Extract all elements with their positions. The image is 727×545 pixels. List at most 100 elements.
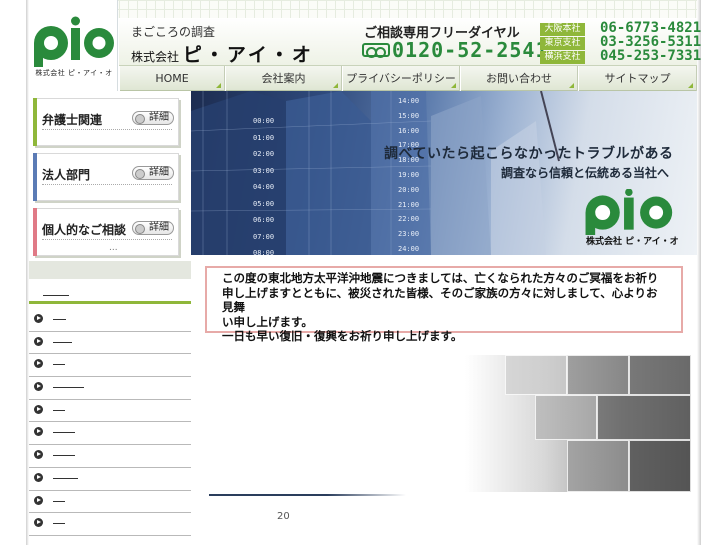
arrow-bullet-icon [34,472,43,482]
company-name-main: ピ・アイ・オ [182,44,314,66]
nav-company[interactable]: 会社案内 [225,66,342,91]
header-grid-background [29,0,697,18]
list-item[interactable] [29,491,191,514]
hero-time-label: 21:00 [398,200,420,209]
list-item-link[interactable] [53,455,75,457]
collage-cell [567,355,629,395]
list-item[interactable] [29,513,191,536]
company-prefix: 株式会社 [131,50,180,64]
arrow-bullet-icon [34,336,43,346]
hero-time-label: 23:00 [398,230,420,239]
hero-logo-caption: 株式会社 ピ・アイ・オ [586,237,679,247]
box-accent-bar [33,153,37,201]
list-item[interactable] [29,422,191,446]
freedial-icon [362,43,390,58]
logo-caption: 株式会社 ピ・アイ・オ [35,69,113,77]
arrow-bullet-icon [34,427,43,437]
page: 株式会社 ピ・アイ・オ まごころの調査 株式会社 ピ・アイ・オ ご相談専用フリー… [0,0,727,545]
dotted-divider [42,129,172,130]
dotted-divider [42,239,172,240]
branch-label: 東京支社 [540,37,585,50]
main-nav: HOME 会社案内 プライバシーポリシー お問い合わせ サイトマップ [119,65,697,91]
list-item-link[interactable] [53,341,72,343]
detail-button[interactable]: 詳細 [132,111,174,125]
list-item[interactable] [29,468,191,491]
branch-phone: 045-253-7331 [600,48,702,64]
list-item-link[interactable] [53,409,65,411]
detail-button[interactable]: 詳細 [132,166,174,180]
hero-time-label: 00:00 [253,117,275,125]
sidebar-box-personal[interactable]: 個人的なご相談 詳細 [33,208,179,256]
list-item-link[interactable] [53,319,66,320]
branch-label: 横浜支社 [540,51,585,64]
detail-button[interactable]: 詳細 [132,221,174,235]
freedial-number: 0120-52-2541 [392,38,549,62]
hero-time-label: 20:00 [398,185,420,194]
hero-subline: 調査なら信頼と伝統ある当社へ [501,166,670,180]
arrow-bullet-icon [34,450,43,460]
arrow-bullet-icon [34,359,43,369]
list-item[interactable] [29,377,191,400]
box-title: 法人部門 [42,168,91,182]
hero-time-label: 03:00 [253,166,275,175]
hero-time-label: 24:00 [398,245,420,253]
tagline: まごころの調査 [131,25,216,39]
collage-cell [597,395,691,440]
list-item-link[interactable] [53,477,78,479]
arrow-bullet-icon [34,495,43,505]
collage-cell [505,355,567,395]
branch-label: 大阪本社 [540,23,585,36]
list-item-link[interactable] [53,523,65,525]
dotted-divider [42,184,172,185]
list-item[interactable] [29,354,191,378]
list-item[interactable] [29,332,191,355]
hero-headline: 調べていたら起こらなかったトラブルがある [384,146,674,162]
hero-time-label: 01:00 [253,133,275,142]
collage-cell [629,355,691,395]
sidebar-heading-underline [43,295,69,296]
hero-time-label: 06:00 [253,216,275,224]
hero-time-label: 02:00 [253,150,275,158]
sidebar-grey-band [29,261,191,279]
box-title: 個人的なご相談 [42,223,127,237]
hero-time-label: 07:00 [253,232,275,241]
nav-sitemap[interactable]: サイトマップ [578,66,697,91]
box-accent-bar [33,98,37,146]
list-item[interactable] [29,309,191,332]
nav-contact[interactable]: お問い合わせ [460,66,578,91]
hero-banner: 00:00 01:00 02:00 03:00 04:00 05:00 06:00 07:00… [191,91,697,255]
hero-time-label: 05:00 [253,199,275,208]
sidebar-box-corporate[interactable]: 法人部門 詳細 [33,153,179,201]
collage-cell [535,395,597,440]
arrow-bullet-icon [34,404,43,414]
list-item-link[interactable] [53,432,75,434]
hero-time-label: 22:00 [398,215,420,224]
office-collage-image [465,355,691,492]
notice-line: 一日も早い復旧・復興をお祈り申し上げます。 [222,329,463,343]
hero-time-label: 04:00 [253,183,275,191]
list-item[interactable] [29,445,191,468]
footer-number: 20 [277,511,290,522]
sidebar-green-bar [29,301,191,304]
sidebar-box-lawyer[interactable]: 弁護士関連 詳細 [33,98,179,146]
notice-line: この度の東北地方太平洋沖地震につきましては、亡くなられた方々のご冥福をお祈り [222,271,659,285]
notice-line: 申し上げますとともに、被災された皆様、そのご家族の方々に対しまして、心よりお見舞 [222,285,658,315]
hero-time-label: 16:00 [398,126,420,135]
hero-time-label: 14:00 [398,97,420,105]
box-accent-bar [33,208,37,256]
arrow-bullet-icon [34,314,43,323]
list-item-link[interactable] [53,500,65,502]
list-item-link[interactable] [53,364,65,366]
content-divider [209,494,406,496]
collage-cell [567,440,629,492]
hero-time-label: 15:00 [398,111,420,120]
hero-time-label: 08:00 [253,249,275,255]
hero-time-label: 19:00 [398,171,420,179]
company-name: 株式会社 ピ・アイ・オ [131,40,314,67]
sidebar-list [29,309,191,536]
nav-home[interactable]: HOME [119,66,225,91]
list-item[interactable] [29,400,191,423]
list-item-link[interactable] [53,387,84,389]
sidebar-ellipsis: ... [109,243,118,253]
nav-privacy[interactable]: プライバシーポリシー [342,66,460,91]
